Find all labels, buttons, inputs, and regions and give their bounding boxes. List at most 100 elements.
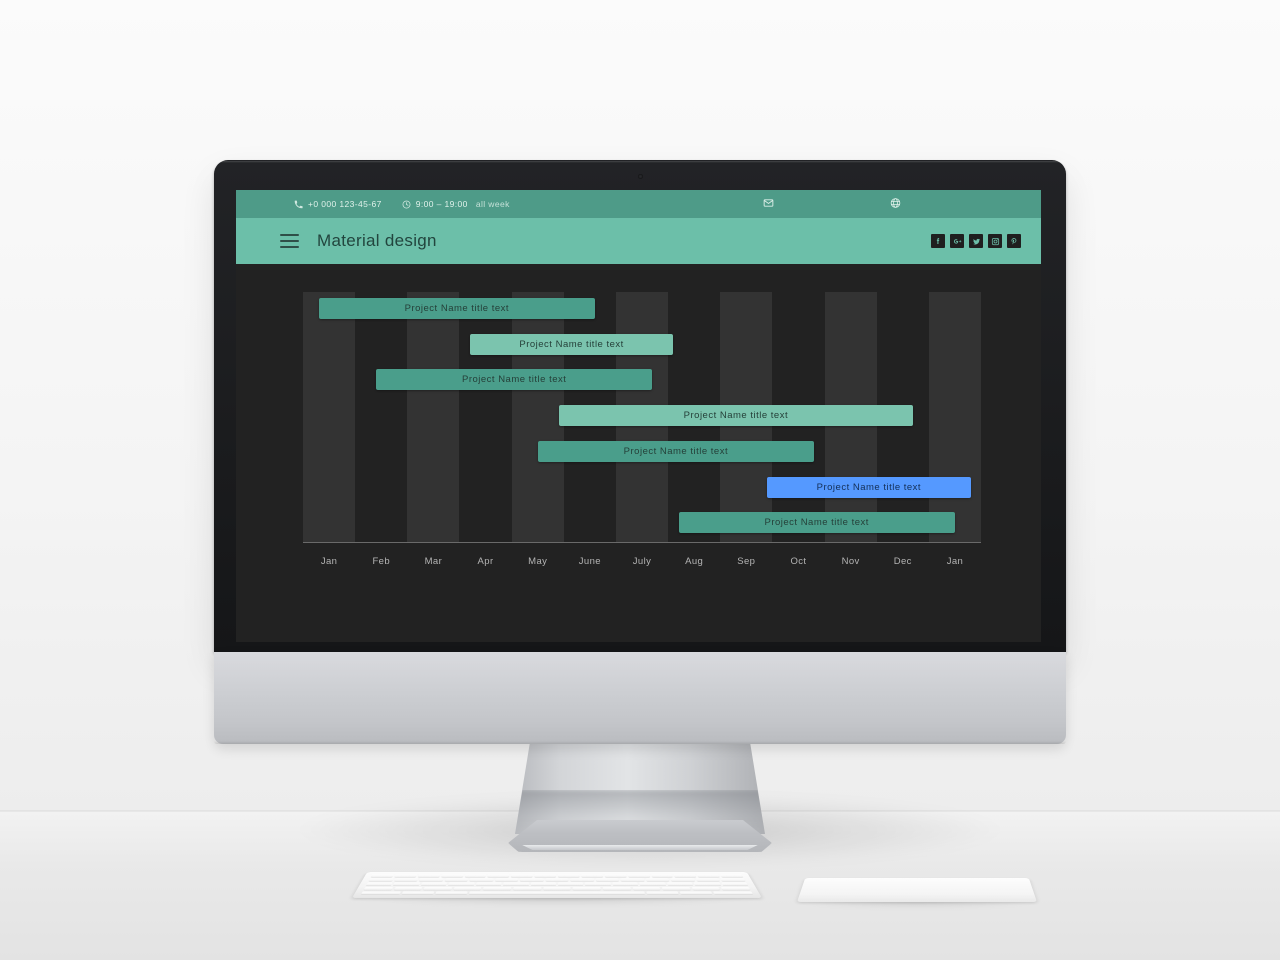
keyboard-key[interactable] xyxy=(602,886,631,891)
keyboard-key[interactable] xyxy=(435,891,468,895)
monitor-stand-base-lip xyxy=(522,845,758,850)
keyboard-key[interactable] xyxy=(650,874,674,878)
keyboard-key[interactable] xyxy=(475,882,502,886)
keyboard-key[interactable] xyxy=(448,882,475,886)
gantt-task-bar[interactable]: Project Name title text xyxy=(376,369,653,391)
keyboard-key[interactable] xyxy=(418,878,444,882)
keyboard-key[interactable] xyxy=(469,878,494,882)
clock-icon xyxy=(402,200,411,209)
keyboard-row xyxy=(360,891,754,895)
keyboard-key[interactable] xyxy=(534,874,557,878)
globe-icon[interactable] xyxy=(890,198,901,211)
monitor-chin xyxy=(214,652,1066,744)
keyboard-key[interactable] xyxy=(620,878,645,882)
gantt-task-bar[interactable]: Project Name title text xyxy=(537,440,815,462)
keyboard-key[interactable] xyxy=(632,886,661,891)
keyboard-key[interactable] xyxy=(646,891,679,895)
working-week: all week xyxy=(475,199,510,209)
top-contact-bar: +0 000 123-45-67 9:00 – 19:00 all week xyxy=(236,190,1041,218)
keyboard-key[interactable] xyxy=(469,891,645,895)
keyboard-key[interactable] xyxy=(543,886,571,891)
keyboard-key[interactable] xyxy=(393,886,423,891)
keyboard-key[interactable] xyxy=(673,874,697,878)
keyboard-key[interactable] xyxy=(612,882,639,886)
keyboard-key[interactable] xyxy=(666,882,694,886)
keyboard-key[interactable] xyxy=(595,878,620,882)
keyboard-key[interactable] xyxy=(670,878,696,882)
gantt-task-bar[interactable]: Project Name title text xyxy=(469,333,674,355)
pinterest-icon[interactable] xyxy=(1007,234,1021,248)
keyboard-key[interactable] xyxy=(365,882,393,886)
keyboard-key[interactable] xyxy=(494,878,519,882)
keyboard-key[interactable] xyxy=(661,886,691,891)
keyboard-key[interactable] xyxy=(557,882,584,886)
keyboard-key[interactable] xyxy=(444,878,469,882)
keyboard-key[interactable] xyxy=(585,882,611,886)
keyboard-key[interactable] xyxy=(420,882,448,886)
hamburger-line xyxy=(280,234,299,236)
keyboard-key[interactable] xyxy=(691,886,721,891)
keyboard-key[interactable] xyxy=(713,891,754,895)
keyboard-key[interactable] xyxy=(440,874,464,878)
keyboard-key[interactable] xyxy=(370,874,394,878)
keyboard-key[interactable] xyxy=(401,891,435,895)
keyboard-key[interactable] xyxy=(417,874,441,878)
keyboard-key[interactable] xyxy=(697,874,721,878)
keyboard[interactable] xyxy=(352,872,762,898)
gantt-task-bar[interactable]: Project Name title text xyxy=(558,405,914,427)
facebook-icon[interactable] xyxy=(931,234,945,248)
keyboard-key[interactable] xyxy=(679,891,713,895)
keyboard-key[interactable] xyxy=(570,878,594,882)
gantt-month-label: Jan xyxy=(946,556,964,567)
keyboard-key[interactable] xyxy=(487,874,510,878)
hamburger-line xyxy=(280,240,299,242)
keyboard-key[interactable] xyxy=(720,878,746,882)
keyboard-key[interactable] xyxy=(393,882,421,886)
gantt-chart: Project Name title text Project Name titl… xyxy=(236,264,1041,642)
mail-icon[interactable] xyxy=(763,198,774,211)
keyboard-key[interactable] xyxy=(557,874,580,878)
gantt-bars: Project Name title text Project Name titl… xyxy=(303,292,981,542)
keyboard-key[interactable] xyxy=(513,886,542,891)
keyboard-key[interactable] xyxy=(423,886,453,891)
google-plus-icon[interactable] xyxy=(950,234,964,248)
gantt-month-label: Oct xyxy=(790,556,807,567)
keyboard-key[interactable] xyxy=(530,882,557,886)
hamburger-menu-icon[interactable] xyxy=(280,234,299,248)
keyboard-key[interactable] xyxy=(393,878,419,882)
instagram-icon[interactable] xyxy=(988,234,1002,248)
keyboard-key[interactable] xyxy=(483,886,512,891)
main-navbar: Material design xyxy=(236,218,1041,264)
keyboard-key[interactable] xyxy=(363,886,393,891)
keyboard-key[interactable] xyxy=(721,886,751,891)
keyboard-key[interactable] xyxy=(627,874,650,878)
trackpad[interactable] xyxy=(797,878,1037,902)
keyboard-row xyxy=(368,878,746,882)
gantt-month-label: Dec xyxy=(893,556,912,567)
keyboard-key[interactable] xyxy=(393,874,417,878)
gantt-task-bar[interactable]: Project Name title text xyxy=(678,512,955,534)
keyboard-key[interactable] xyxy=(693,882,721,886)
keyboard-keys xyxy=(360,874,754,895)
keyboard-row xyxy=(370,874,744,878)
keyboard-key[interactable] xyxy=(368,878,394,882)
keyboard-key[interactable] xyxy=(720,874,744,878)
keyboard-key[interactable] xyxy=(572,886,601,891)
keyboard-key[interactable] xyxy=(545,878,569,882)
keyboard-key[interactable] xyxy=(464,874,487,878)
keyboard-key[interactable] xyxy=(511,874,533,878)
keyboard-key[interactable] xyxy=(360,891,401,895)
gantt-task-bar[interactable]: Project Name title text xyxy=(767,476,971,498)
keyboard-key[interactable] xyxy=(721,882,749,886)
gantt-task-bar[interactable]: Project Name title text xyxy=(318,298,596,319)
keyboard-key[interactable] xyxy=(519,878,544,882)
keyboard-key[interactable] xyxy=(503,882,529,886)
keyboard-key[interactable] xyxy=(604,874,627,878)
twitter-icon[interactable] xyxy=(969,234,983,248)
keyboard-key[interactable] xyxy=(695,878,721,882)
keyboard-key[interactable] xyxy=(581,874,603,878)
keyboard-key[interactable] xyxy=(453,886,482,891)
keyboard-key[interactable] xyxy=(645,878,670,882)
keyboard-key[interactable] xyxy=(639,882,666,886)
gantt-month-label: Aug xyxy=(685,556,704,567)
